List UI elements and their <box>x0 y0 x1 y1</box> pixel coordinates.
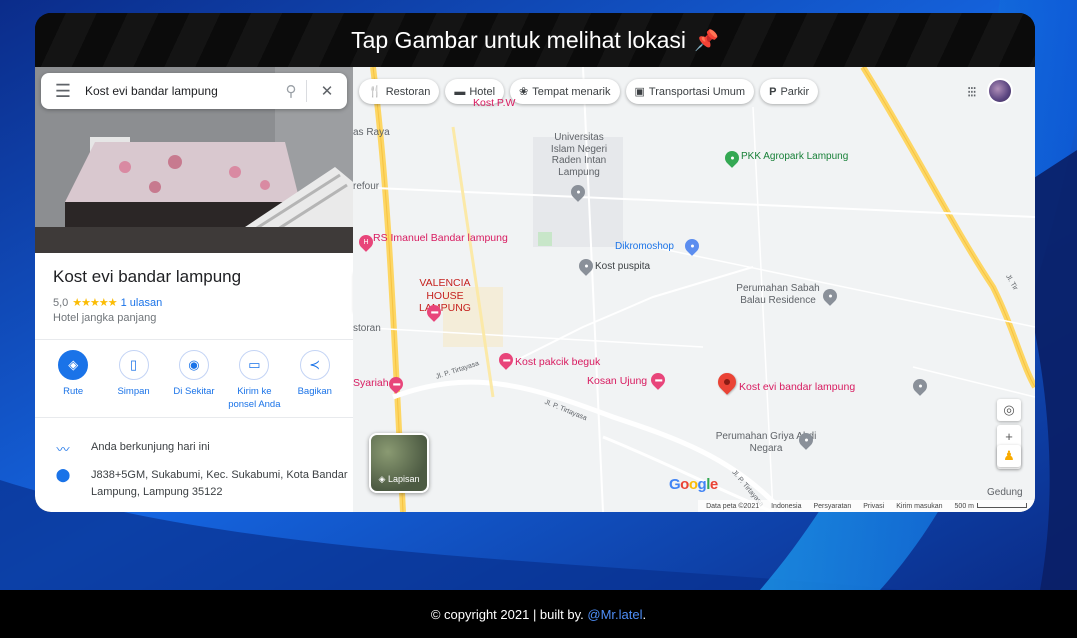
chip-label: Parkir <box>780 85 810 98</box>
attraction-icon: ❀ <box>519 86 529 98</box>
search-icon[interactable]: ⚲ <box>276 82 306 100</box>
nearby-icon: ◉ <box>178 350 209 380</box>
author-link[interactable]: @Mr.latel <box>587 607 642 622</box>
scale-bar[interactable]: 500 m <box>955 503 1027 510</box>
map-label: refour <box>353 181 380 192</box>
action-label: Kirim ke ponsel Anda <box>228 386 281 410</box>
place-category: Hotel jangka panjang <box>53 312 157 324</box>
divider <box>35 339 353 340</box>
layers-text: Lapisan <box>387 474 420 484</box>
scale-line <box>977 503 1027 509</box>
rating-row: 5,0 ★★★★★ 1 ulasan <box>53 296 163 310</box>
popular-times-text: Anda berkunjung hari ini <box>91 441 210 453</box>
map-label: Kost puspita <box>595 261 651 272</box>
place-name: Kost evi bandar lampung <box>53 267 242 286</box>
chip-label: Restoran <box>385 85 431 98</box>
map-label: Kost evi bandar lampung <box>739 381 856 393</box>
card-header[interactable]: Tap Gambar untuk melihat lokasi 📌 <box>35 13 1035 67</box>
site-footer: © copyright 2021 | built by. @Mr.latel. <box>0 590 1077 638</box>
chip-label: Transportasi Umum <box>648 85 746 98</box>
restaurant-icon: 🍴 <box>368 86 382 98</box>
footer-suffix: . <box>642 606 647 622</box>
chip-label: Hotel <box>469 85 496 98</box>
terms-link[interactable]: Persyaratan <box>813 503 851 510</box>
close-icon[interactable]: ✕ <box>307 82 347 100</box>
map-label: PKK Agropark Lampung <box>741 151 849 162</box>
map-canvas[interactable]: 🍴 Restoran ▬ Hotel ❀ Tempat menarik ▣ Transp… <box>353 67 1035 512</box>
map-data-credit: Data peta ©2021 <box>706 502 760 510</box>
directions-icon: ◈ <box>58 350 89 380</box>
action-label: Simpan <box>117 386 150 397</box>
country-link[interactable]: Indonesia <box>771 503 801 510</box>
map-label: RS Imanuel Bandar lampung <box>373 232 508 245</box>
address-text: J838+5GM, Sukabumi, Kec. Sukabumi, Kota … <box>91 469 348 498</box>
avatar[interactable] <box>987 78 1013 104</box>
divider <box>35 417 353 418</box>
nearby-button[interactable]: ◉ Di Sekitar <box>166 350 222 412</box>
rs-imanuel-label: RS Imanuel Bandar lampung <box>373 232 508 244</box>
place-photo[interactable]: ☰ Kost evi bandar lampung ⚲ ✕ <box>35 67 353 253</box>
map-label: Kost P.W <box>473 97 516 109</box>
my-location-icon: ◎ <box>1003 402 1015 417</box>
map-label: Kost pakcik beguk <box>515 356 601 368</box>
map-label: VALENCIA HOUSE LAMPUNG <box>419 277 471 315</box>
map-card: Tap Gambar untuk melihat lokasi 📌 ☰ Kost… <box>35 13 1035 512</box>
category-chips: 🍴 Restoran ▬ Hotel ❀ Tempat menarik ▣ Transp… <box>359 79 819 104</box>
send-to-phone-button[interactable]: ▭ Kirim ke ponsel Anda <box>226 350 282 412</box>
chip-transit[interactable]: ▣ Transportasi Umum <box>625 79 755 104</box>
chip-attraction[interactable]: ❀ Tempat menarik <box>510 79 620 104</box>
directions-button[interactable]: ◈ Rute <box>45 350 101 412</box>
action-label: Di Sekitar <box>173 386 215 397</box>
star-rating: ★★★★★ <box>72 297 117 309</box>
privacy-link[interactable]: Privasi <box>863 503 884 510</box>
trend-icon: 〰 <box>56 442 70 457</box>
map-label: as Raya <box>353 127 390 138</box>
bookmark-icon: ▯ <box>118 350 149 380</box>
google-logo: Google <box>669 476 718 493</box>
send-to-phone-icon: ▭ <box>239 350 270 380</box>
copyright-text: © copyright 2021 | built by. <box>430 606 584 622</box>
map-label: storan <box>353 323 381 334</box>
street-view-pegman-icon[interactable]: ♟ <box>997 445 1021 467</box>
map-footer: Data peta ©2021 Indonesia Persyaratan Pr… <box>698 500 1035 512</box>
feedback-link[interactable]: Kirim masukan <box>896 503 942 510</box>
hotel-icon: ▬ <box>454 85 466 98</box>
action-buttons: ◈ Rute ▯ Simpan ◉ Di Sekitar ▭ Kirim ke … <box>35 350 353 412</box>
popular-times-row[interactable]: 〰 Anda berkunjung hari ini <box>35 439 353 458</box>
map-label: Syariah <box>353 377 389 389</box>
search-input[interactable]: Kost evi bandar lampung <box>85 84 276 98</box>
chip-parking[interactable]: P Parkir <box>760 79 819 104</box>
map-label: Perumahan Sabah Balau Residence <box>736 283 820 306</box>
save-button[interactable]: ▯ Simpan <box>106 350 162 412</box>
layers-label: ◈ Lapisan <box>378 474 420 484</box>
chip-restaurant[interactable]: 🍴 Restoran <box>359 79 440 104</box>
map-label: Universitas Islam Negeri Raden Intan Lam… <box>550 132 608 178</box>
my-location-button[interactable]: ◎ <box>997 399 1021 421</box>
share-button[interactable]: ≺ Bagikan <box>287 350 343 412</box>
action-label: Bagikan <box>297 386 332 397</box>
place-panel: ☰ Kost evi bandar lampung ⚲ ✕ Kost evi b… <box>35 67 353 512</box>
apps-grid-icon[interactable]: ⁝⁝⁝ <box>967 83 977 101</box>
parking-icon: P <box>769 85 777 98</box>
scale-label: 500 m <box>954 502 974 510</box>
zoom-in-button[interactable]: + <box>997 425 1021 447</box>
layers-button[interactable]: ◈ Lapisan <box>369 433 429 493</box>
search-box[interactable]: ☰ Kost evi bandar lampung ⚲ ✕ <box>41 73 347 109</box>
map-label: Kosan Ujung <box>587 375 648 387</box>
map-label: Dikromoshop <box>615 241 674 252</box>
action-label: Rute <box>63 386 84 397</box>
header-title: Tap Gambar untuk melihat lokasi <box>351 26 687 53</box>
address-row[interactable]: ⬤ J838+5GM, Sukabumi, Kec. Sukabumi, Kot… <box>35 467 353 500</box>
transit-icon: ▣ <box>634 86 645 98</box>
chip-label: Tempat menarik <box>532 85 611 98</box>
embedded-map[interactable]: ☰ Kost evi bandar lampung ⚲ ✕ Kost evi b… <box>35 67 1035 512</box>
reviews-link[interactable]: 1 ulasan <box>121 297 163 309</box>
rating-value: 5,0 <box>53 296 69 309</box>
map-label: Gedung <box>987 487 1023 498</box>
share-icon: ≺ <box>299 350 330 380</box>
pushpin-icon: 📌 <box>694 29 719 52</box>
hamburger-menu-icon[interactable]: ☰ <box>41 81 85 102</box>
location-pin-icon: ⬤ <box>55 467 71 482</box>
